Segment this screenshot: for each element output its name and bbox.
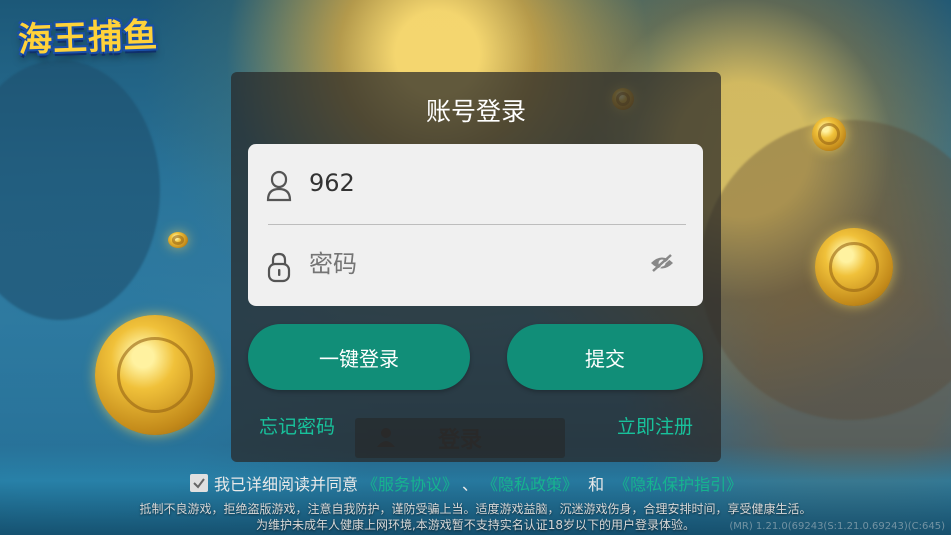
quick-login-button[interactable]: 一键登录 [248,324,470,390]
password-row [248,225,703,305]
agreement-prefix: 我已详细阅读并同意 [214,475,359,494]
register-link[interactable]: 立即注册 [617,412,693,439]
gold-coin-large [95,315,215,435]
coral-left [0,60,160,320]
agreement-and: 和 [588,475,605,494]
panel-title: 账号登录 [425,97,526,126]
gold-coin-tiny [168,232,188,248]
gold-coin-small [812,117,846,151]
privacy-guide-link[interactable]: 《隐私保护指引》 [614,471,742,495]
game-logo: 海王捕鱼 [17,15,159,61]
health-notice-line-1: 抵制不良游戏，拒绝盗版游戏，注意自我防护，谨防受骗上当。适度游戏益脑，沉迷游戏伤… [139,502,812,516]
service-terms-link[interactable]: 《服务协议》 [362,471,458,495]
version-label: (MR) 1.21.0(69243(S:1.21.0.69243)(C:645) [729,521,945,532]
forgot-password-link[interactable]: 忘记密码 [259,412,335,439]
privacy-policy-link[interactable]: 《隐私政策》 [482,471,578,495]
login-form [248,144,703,306]
agreement-row: 我已详细阅读并同意 《服务协议》 、 《隐私政策》 和 《隐私保护指引》 [190,472,746,494]
agreement-checkbox[interactable] [190,474,208,492]
password-input[interactable] [309,250,629,278]
agreement-separator: 、 [462,475,479,494]
username-input[interactable] [309,169,629,197]
lock-icon [267,252,291,283]
login-panel: 账号登录 一键登录 提交 忘记密码 立即注 [231,72,721,462]
gold-coin-right [815,228,893,306]
eye-off-icon[interactable] [649,253,675,273]
username-row [248,144,703,224]
user-icon [266,170,292,202]
checkbox-checked-icon [193,478,205,489]
submit-button[interactable]: 提交 [507,324,703,390]
